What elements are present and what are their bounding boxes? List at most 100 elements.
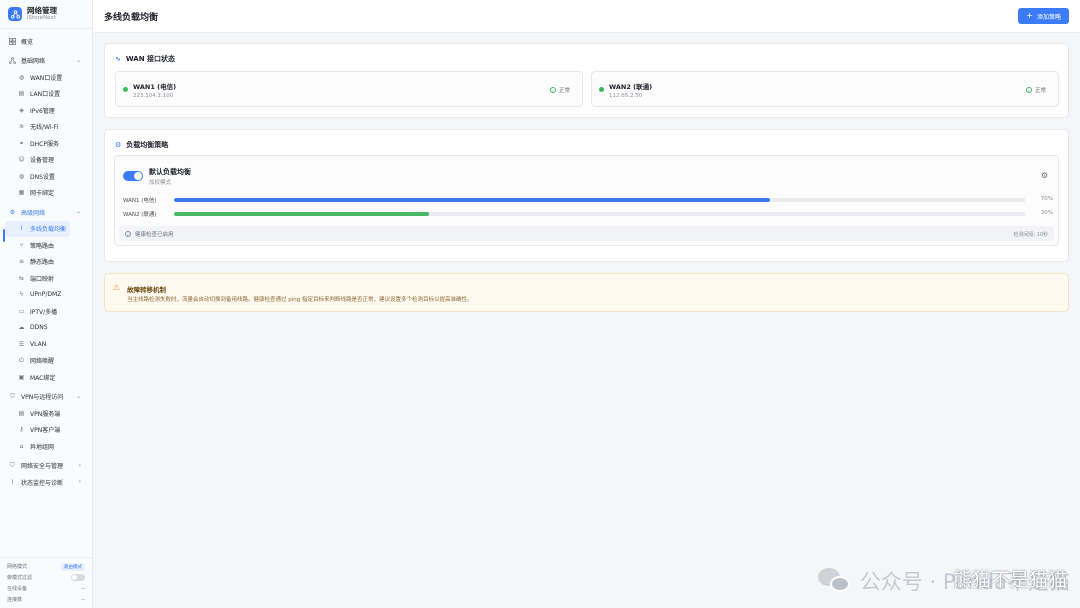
watermark-sub: 熊猫不是猫猫 <box>952 569 1067 591</box>
sidebar-item-static-route[interactable]: ≡ 静态路由 <box>0 254 92 271</box>
sidebar-item-label: LAN口设置 <box>30 91 61 99</box>
sidebar-item-vpn-client[interactable]: ⚷ VPN客户端 <box>0 422 92 439</box>
power-icon: ⏻ <box>19 356 24 364</box>
sidebar-item-ddns[interactable]: ☁ DDNS <box>0 320 92 337</box>
policy-name: 默认负载均衡 <box>149 168 191 176</box>
server-icon: ▤ <box>18 409 25 417</box>
gear-icon[interactable]: ⚙ <box>1041 171 1048 180</box>
grid-icon <box>8 37 17 46</box>
sidebar-item-label: VPN客户端 <box>30 427 61 435</box>
wan-section-title: WAN 接口状态 <box>125 55 175 63</box>
cpu-icon: ▣ <box>18 373 25 381</box>
sidebar-group-monitor[interactable]: ⌇ 状态监控与诊断 › <box>0 474 92 491</box>
port-icon: ⇆ <box>18 274 25 282</box>
health-text: 健康检查已启用 <box>135 232 174 238</box>
sidebar-item-label: DHCP服务 <box>30 140 59 148</box>
sidebar-item-policy-route[interactable]: ⑂ 策略路由 <box>0 237 92 254</box>
status-dot <box>599 87 604 92</box>
wan-status-card: ∿ WAN 接口状态 WAN1 (电信) 223.104.1.100 ✓ 正常 W… <box>104 43 1069 118</box>
users-icon: ☺ <box>18 156 25 164</box>
sidebar-item-ipv6[interactable]: ◈ IPv6管理 <box>0 102 92 119</box>
sidebar-item-label: 概览 <box>21 38 34 46</box>
sidebar-item-label: 网卡绑定 <box>30 190 55 198</box>
sidebar-item-label: IPv6管理 <box>30 107 55 115</box>
page-title: 多线负载均衡 <box>104 13 159 23</box>
sidebar-item-label: IPTV/多播 <box>30 308 58 316</box>
mode-badge: 路由模式 <box>61 562 85 571</box>
wifi-icon: ≋ <box>18 123 25 131</box>
online-value: -- <box>81 585 85 592</box>
sidebar-group-advanced[interactable]: ⚙ 高级网络 ⌄ <box>0 204 92 221</box>
sidebar-item-wol[interactable]: ⏻ 网络唤醒 <box>0 353 92 370</box>
sidebar-item-mesh[interactable]: ⌂ 异地组网 <box>0 438 92 455</box>
sidebar-item-upnp[interactable]: ϟ UPnP/DMZ <box>0 287 92 304</box>
page-header: 多线负载均衡 + 添加策略 <box>93 0 1080 33</box>
status-dot <box>123 87 128 92</box>
online-label: 在线设备 <box>7 586 28 592</box>
sidebar-item-lan[interactable]: ▤ LAN口设置 <box>0 86 92 103</box>
filter-label: 旁模式过滤 <box>7 575 33 581</box>
wan-ip: 223.104.1.100 <box>133 93 174 99</box>
settings-icon: ⚙ <box>9 208 16 216</box>
chevron-down-icon: ⌄ <box>75 208 81 215</box>
policy-card: ⚙ 负载均衡策略 默认负载均衡 加权模式 ⚙ WAN1 (电信) 70% WAN… <box>104 129 1069 262</box>
status-text: 正常 <box>558 88 570 94</box>
sidebar-item-label: MAC绑定 <box>30 374 56 382</box>
sidebar-item-label: UPnP/DMZ <box>30 291 62 299</box>
shield-icon: ⛉ <box>10 461 15 469</box>
sidebar: 网络管理 iStoreNext 概览 基础网络 ⌄ ◍ WAN口设置 ▤ LAN口设… <box>0 0 93 608</box>
sidebar-item-dns[interactable]: ◍ DNS设置 <box>0 168 92 185</box>
sidebar-item-label: DNS设置 <box>30 173 55 181</box>
wan2-card[interactable]: WAN2 (联通) 112.65.2.50 ✓ 正常 <box>591 71 1059 107</box>
weight-label: WAN2 (联通) <box>123 212 157 218</box>
conn-label: 连接数 <box>7 597 23 603</box>
sidebar-item-wifi[interactable]: ≋ 无线/Wi-Fi <box>0 119 92 136</box>
mode-label: 网络模式 <box>7 564 28 570</box>
key-icon: ⚷ <box>19 426 24 434</box>
route-icon: ⑂ <box>19 241 24 249</box>
wechat-logo-icon <box>817 568 852 594</box>
status-badge: ✓ 正常 <box>1025 86 1046 94</box>
network-logo-icon <box>8 7 22 21</box>
policy-enable-toggle[interactable] <box>123 171 143 181</box>
weight-track <box>174 198 1025 202</box>
sidebar-group-label: VPN与远程访问 <box>21 394 64 402</box>
check-circle-icon: ✓ <box>125 231 131 237</box>
sidebar-item-label: 端口映射 <box>30 275 55 283</box>
sidebar-item-label: 多线负载均衡 <box>30 226 67 234</box>
sidebar-item-vlan[interactable]: ☰ VLAN <box>0 336 92 353</box>
filter-toggle[interactable] <box>71 574 85 581</box>
sidebar-item-label: 静态路由 <box>30 259 55 267</box>
sidebar-item-dhcp[interactable]: ⚭ DHCP服务 <box>0 135 92 152</box>
sidebar-item-devices[interactable]: ☺ 设备管理 <box>0 152 92 169</box>
chevron-right-icon: › <box>78 461 81 469</box>
layers-icon: ◈ <box>19 106 24 114</box>
sidebar-group-vpn[interactable]: ⛉ VPN与远程访问 ⌄ <box>0 389 92 406</box>
sidebar-item-mac-bind[interactable]: ▣ MAC绑定 <box>0 369 92 386</box>
sidebar-item-iptv[interactable]: ▭ IPTV/多播 <box>0 303 92 320</box>
sidebar-item-port-forward[interactable]: ⇆ 端口映射 <box>0 270 92 287</box>
link-icon: ⚭ <box>18 139 25 147</box>
weight-fill <box>174 198 770 202</box>
zap-icon: ϟ <box>19 291 24 299</box>
tv-icon: ▭ <box>18 307 25 315</box>
sidebar-group-basic[interactable]: 基础网络 ⌄ <box>0 53 92 70</box>
weight-percent: 30% <box>1040 210 1053 216</box>
add-policy-button[interactable]: + 添加策略 <box>1018 8 1069 24</box>
status-badge: ✓ 正常 <box>549 86 570 94</box>
sidebar-group-security[interactable]: ⛉ 网络安全与管理 › <box>0 458 92 475</box>
plus-icon: + <box>1026 11 1033 20</box>
wan-name: WAN2 (联通) <box>609 83 653 91</box>
sidebar-item-vpn-server[interactable]: ▤ VPN服务端 <box>0 405 92 422</box>
shield-icon: ⛉ <box>10 392 15 400</box>
weight-row-wan1: WAN1 (电信) 70% <box>123 196 1053 204</box>
wan1-card[interactable]: WAN1 (电信) 223.104.1.100 ✓ 正常 <box>115 71 583 107</box>
sidebar-item-wan[interactable]: ◍ WAN口设置 <box>0 69 92 86</box>
sidebar-item-overview[interactable]: 概览 <box>0 33 92 50</box>
sidebar-item-label: 异地组网 <box>30 443 55 451</box>
warning-icon: ⚠ <box>113 283 121 292</box>
conn-value: -- <box>81 596 85 603</box>
sidebar-item-loadbalance[interactable]: ⌇ 多线负载均衡 <box>5 220 70 237</box>
weight-label: WAN1 (电信) <box>123 198 157 204</box>
sidebar-item-bond[interactable]: ▦ 网卡绑定 <box>0 185 92 202</box>
